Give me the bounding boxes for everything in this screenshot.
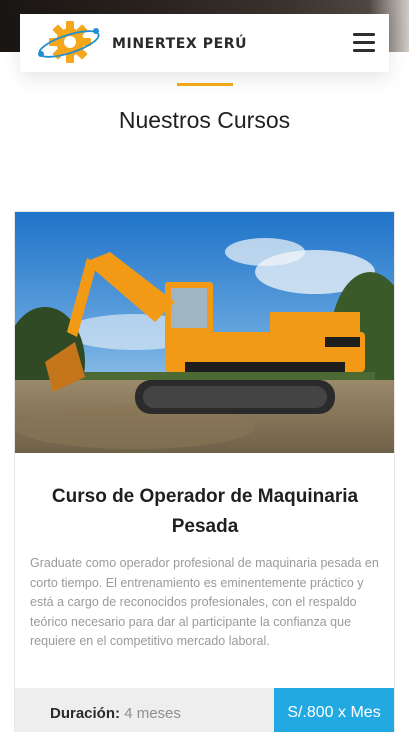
hamburger-menu-icon[interactable] [353, 33, 375, 53]
course-description: Graduate como operador profesional de ma… [30, 556, 379, 648]
excavator-photo [15, 212, 394, 453]
brand-name[interactable]: MINERTEX PERÚ [112, 36, 247, 52]
duration-label: Duración: [50, 705, 121, 722]
site-header: MINERTEX PERÚ [20, 14, 389, 72]
course-duration: Duración: 4 meses [50, 705, 181, 722]
title-accent-rule [177, 83, 233, 86]
course-footer: Duración: 4 meses S/.800 x Mes [15, 688, 394, 732]
price-button[interactable]: S/.800 x Mes [274, 688, 394, 732]
course-card: Curso de Operador de Maquinaria Pesada G… [14, 211, 395, 732]
course-title[interactable]: Curso de Operador de Maquinaria Pesada [35, 482, 375, 542]
section-title: Nuestros Cursos [118, 107, 291, 133]
duration-value: 4 meses [124, 705, 181, 722]
gear-orbit-logo[interactable] [36, 18, 102, 68]
